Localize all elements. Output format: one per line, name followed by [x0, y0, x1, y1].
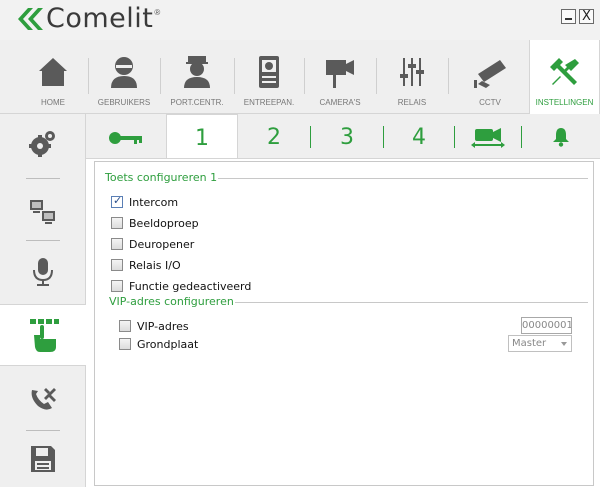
hand-pointer-keypad-icon: [29, 319, 59, 352]
grondplaat-select-value: Master: [512, 338, 547, 349]
porter-icon: [184, 56, 210, 88]
camera-switch-icon: [471, 128, 505, 148]
user-icon: [111, 57, 137, 88]
nav-relais[interactable]: RELAIS: [380, 40, 444, 114]
entrance-panel-icon: [259, 56, 279, 88]
nav-instellingen-label: INSTELLINGEN: [535, 98, 594, 107]
option-grondplaat[interactable]: Grondplaat: [119, 336, 198, 352]
comelit-logo-icon: [18, 8, 43, 30]
functie-gedeactiveerd-checkbox[interactable]: [111, 280, 123, 292]
close-button[interactable]: X: [579, 9, 594, 24]
grondplaat-label: Grondplaat: [137, 337, 199, 351]
group-title-vip: VIP-adres configureren: [109, 295, 234, 308]
vip-adres-label: VIP-adres: [137, 319, 189, 333]
option-vip-adres[interactable]: VIP-adres: [119, 318, 189, 334]
nav-relais-label: RELAIS: [397, 98, 427, 107]
group-title-toets: Toets configureren 1: [105, 171, 218, 184]
group-divider: [235, 302, 588, 303]
phone-tools-icon: [31, 388, 56, 410]
logo-registered-mark: ®: [154, 8, 161, 17]
intercom-label: Intercom: [129, 195, 179, 209]
settings-tools-icon: [549, 58, 579, 85]
option-beeldoproep[interactable]: Beeldoproep: [111, 215, 199, 231]
gears-icon: [29, 131, 55, 157]
nav-gebruikers[interactable]: GEBRUIKERS: [92, 40, 156, 114]
intercom-checkbox[interactable]: [111, 194, 123, 208]
sidebar-save[interactable]: [0, 438, 86, 484]
sidebar-separator: [26, 430, 60, 431]
key-icon: [109, 132, 142, 144]
tab-key[interactable]: [86, 114, 164, 158]
beeldoproep-checkbox[interactable]: [111, 217, 123, 229]
logo-text: Comelit: [46, 3, 154, 34]
nav-home[interactable]: HOME: [22, 40, 84, 114]
comelit-logo: Comelit ®: [14, 4, 160, 34]
nav-portier[interactable]: PORT.CENTR.: [164, 40, 230, 114]
sidebar-audio[interactable]: [0, 250, 86, 294]
sidebar-separator: [26, 240, 60, 241]
nav-entreepaneel-label: ENTREEPAN.: [243, 98, 295, 107]
chevron-down-icon: [561, 342, 567, 346]
option-intercom[interactable]: Intercom: [111, 194, 178, 210]
nav-separator: [448, 58, 449, 94]
sidebar-separator: [26, 178, 60, 179]
relais-io-label: Relais I/O: [129, 258, 181, 272]
nav-portier-label: PORT.CENTR.: [170, 98, 224, 107]
sidebar-tools[interactable]: [0, 376, 86, 420]
tab-2[interactable]: 2: [238, 114, 310, 158]
cctv-icon: [474, 60, 506, 88]
nav-separator: [234, 58, 235, 94]
functie-gedeactiveerd-label: Functie gedeactiveerd: [129, 279, 252, 293]
vip-adres-input[interactable]: 00000001: [521, 317, 572, 334]
nav-home-label: HOME: [41, 98, 65, 107]
nav-separator: [88, 58, 89, 94]
tab-bell[interactable]: [522, 114, 600, 158]
vip-adres-checkbox[interactable]: [119, 320, 131, 332]
camera-icon: [326, 60, 354, 88]
beeldoproep-label: Beeldoproep: [129, 216, 199, 230]
tab-1[interactable]: 1: [166, 114, 238, 159]
relais-io-checkbox[interactable]: [111, 259, 123, 271]
bell-icon: [553, 128, 569, 147]
content-area: Toets configureren 1 Intercom Beeldoproe…: [86, 158, 600, 487]
sub-tabs: 1 2 3 4: [86, 114, 600, 159]
home-icon: [39, 58, 67, 86]
nav-gebruikers-label: GEBRUIKERS: [97, 98, 151, 107]
nav-cameras[interactable]: CAMERA'S: [308, 40, 372, 114]
title-bar: Comelit ® X: [0, 0, 600, 40]
grondplaat-select[interactable]: Master: [508, 335, 572, 352]
nav-instellingen[interactable]: INSTELLINGEN: [529, 40, 600, 115]
sidebar-network[interactable]: [0, 190, 86, 234]
nav-entreepaneel[interactable]: ENTREEPAN.: [238, 40, 300, 114]
network-computers-icon: [30, 200, 55, 224]
tab-camera-switch[interactable]: [455, 114, 521, 158]
option-deuropener[interactable]: Deuropener: [111, 236, 194, 252]
option-relais-io[interactable]: Relais I/O: [111, 257, 181, 273]
option-functie-gedeactiveerd[interactable]: Functie gedeactiveerd: [111, 278, 251, 294]
relay-icon: [400, 58, 424, 86]
grondplaat-checkbox[interactable]: [119, 338, 131, 350]
sidebar-general-settings[interactable]: [0, 120, 86, 166]
nav-cameras-label: CAMERA'S: [319, 98, 361, 107]
top-navigation: HOME GEBRUIKERS PORT.CENTR. ENTREEPAN. C…: [0, 40, 600, 115]
settings-panel: Toets configureren 1 Intercom Beeldoproe…: [94, 161, 594, 486]
floppy-save-icon: [31, 446, 55, 472]
deuropener-label: Deuropener: [129, 237, 195, 251]
nav-separator: [304, 58, 305, 94]
tab-4[interactable]: 4: [384, 114, 454, 158]
nav-separator: [160, 58, 161, 94]
left-sidebar: [0, 114, 87, 487]
tab-3[interactable]: 3: [311, 114, 383, 158]
nav-separator: [376, 58, 377, 94]
nav-cctv[interactable]: CCTV: [452, 40, 528, 114]
sidebar-buttons-active[interactable]: [0, 304, 87, 366]
nav-cctv-label: CCTV: [479, 98, 501, 107]
minimize-button[interactable]: [561, 9, 576, 24]
group-divider: [218, 178, 588, 179]
deuropener-checkbox[interactable]: [111, 238, 123, 250]
microphone-icon: [33, 258, 53, 286]
